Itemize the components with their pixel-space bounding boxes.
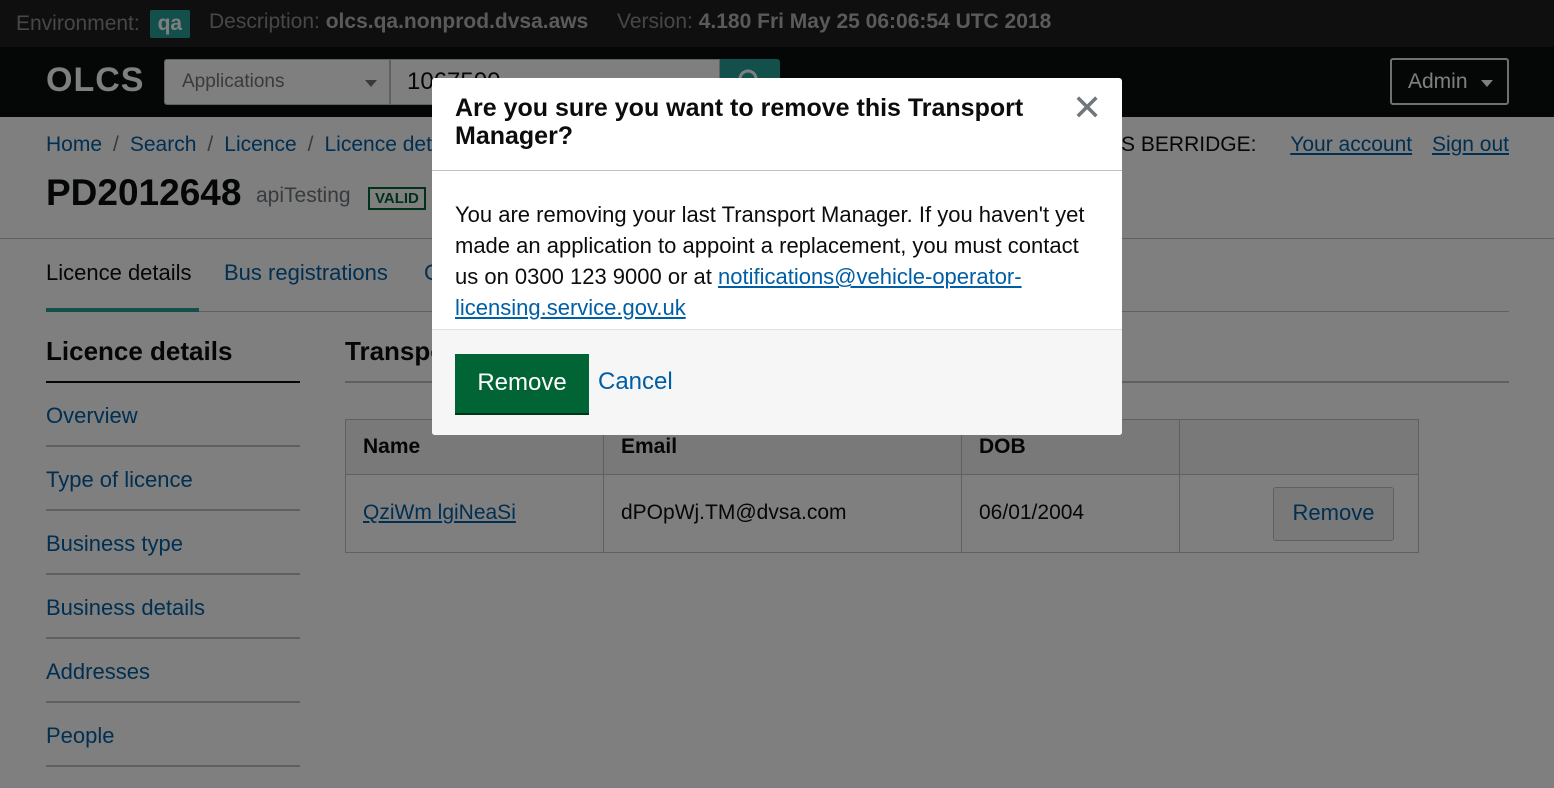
modal-title: Are you sure you want to remove this Tra… bbox=[455, 94, 1024, 150]
confirm-remove-button[interactable]: Remove bbox=[455, 354, 589, 413]
divider bbox=[432, 170, 1122, 171]
modal-footer: Remove Cancel bbox=[432, 329, 1122, 435]
cancel-link[interactable]: Cancel bbox=[598, 368, 673, 396]
modal-body: You are removing your last Transport Man… bbox=[455, 199, 1095, 323]
confirm-remove-modal: Are you sure you want to remove this Tra… bbox=[432, 78, 1122, 435]
close-icon[interactable]: ✕ bbox=[1072, 90, 1102, 126]
